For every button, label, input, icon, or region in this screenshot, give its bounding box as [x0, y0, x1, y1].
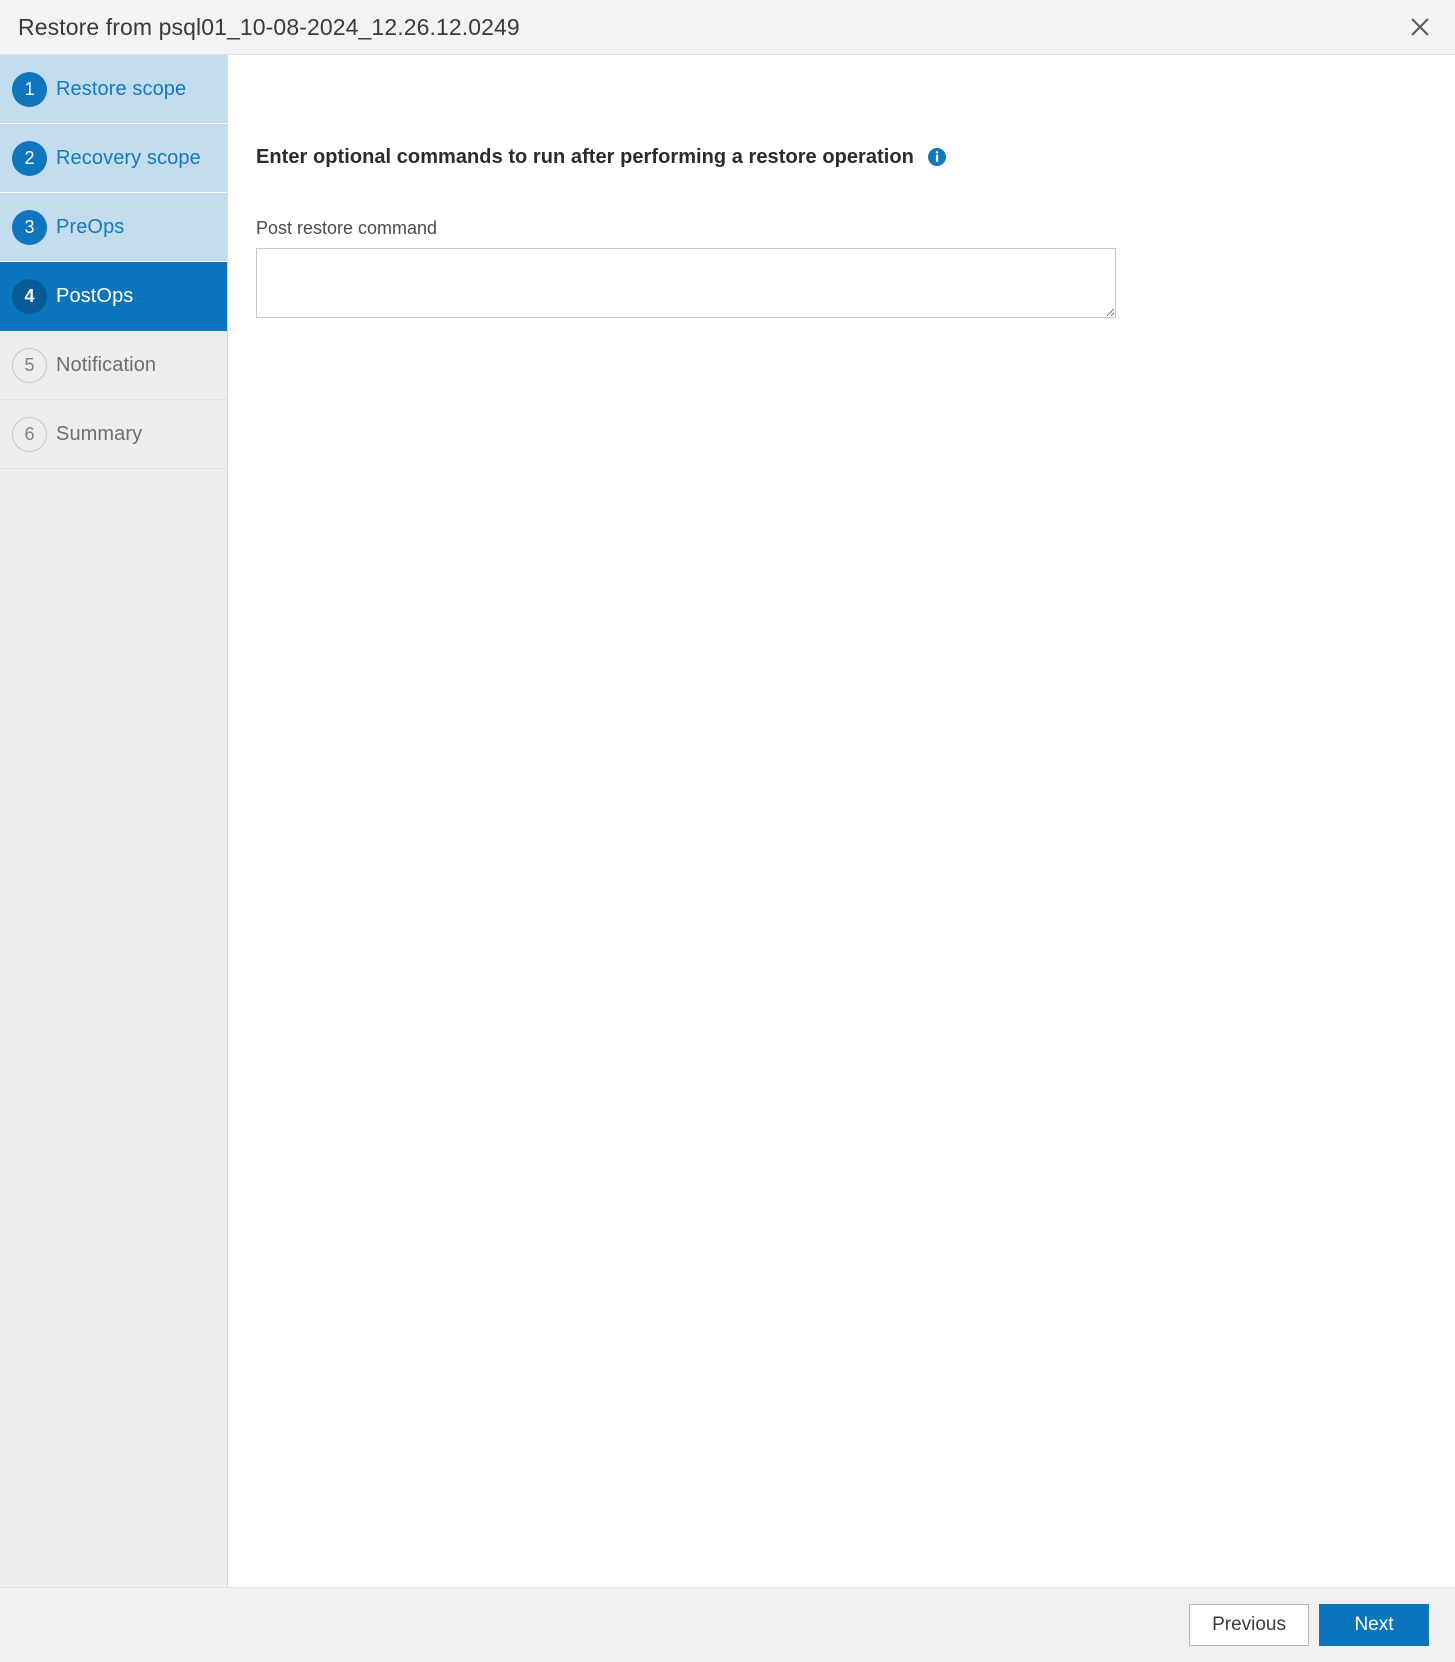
step-number-badge: 1 — [12, 71, 47, 107]
sidebar-item-label: Summary — [56, 422, 143, 445]
sidebar-item-restore-scope[interactable]: 1 Restore scope — [0, 55, 227, 124]
section-heading-row: Enter optional commands to run after per… — [256, 129, 1455, 185]
dialog-header: Restore from psql01_10-08-2024_12.26.12.… — [0, 0, 1455, 55]
post-restore-command-label: Post restore command — [256, 218, 438, 239]
sidebar-item-label: PostOps — [56, 284, 134, 307]
close-icon — [1407, 14, 1433, 40]
sidebar-item-postops[interactable]: 4 PostOps — [0, 262, 227, 331]
step-number-badge: 6 — [12, 416, 47, 452]
close-button[interactable] — [1399, 6, 1441, 48]
dialog-body: 1 Restore scope 2 Recovery scope 3 PreOp… — [0, 55, 1455, 1587]
post-restore-command-input[interactable] — [256, 248, 1116, 319]
dialog-footer: Previous Next — [0, 1587, 1455, 1662]
sidebar-item-summary[interactable]: 6 Summary — [0, 400, 227, 469]
step-number-badge: 3 — [12, 209, 47, 245]
step-number-badge: 2 — [12, 140, 47, 176]
sidebar-item-label: Notification — [56, 353, 157, 376]
sidebar-item-recovery-scope[interactable]: 2 Recovery scope — [0, 124, 227, 193]
sidebar-item-notification[interactable]: 5 Notification — [0, 331, 227, 400]
sidebar-item-preops[interactable]: 3 PreOps — [0, 193, 227, 262]
previous-button[interactable]: Previous — [1189, 1604, 1309, 1646]
step-number-badge: 5 — [12, 347, 47, 383]
restore-wizard-dialog: Restore from psql01_10-08-2024_12.26.12.… — [0, 0, 1455, 1662]
wizard-step-nav: 1 Restore scope 2 Recovery scope 3 PreOp… — [0, 55, 228, 1587]
dialog-title: Restore from psql01_10-08-2024_12.26.12.… — [18, 13, 520, 40]
sidebar-item-label: Recovery scope — [56, 146, 201, 169]
postops-panel: Enter optional commands to run after per… — [228, 55, 1455, 1587]
next-button[interactable]: Next — [1319, 1604, 1429, 1646]
sidebar-item-label: PreOps — [56, 215, 125, 238]
info-icon[interactable] — [927, 148, 946, 167]
sidebar-item-label: Restore scope — [56, 77, 187, 100]
page-title: Enter optional commands to run after per… — [256, 145, 914, 168]
step-number-badge: 4 — [12, 278, 47, 314]
